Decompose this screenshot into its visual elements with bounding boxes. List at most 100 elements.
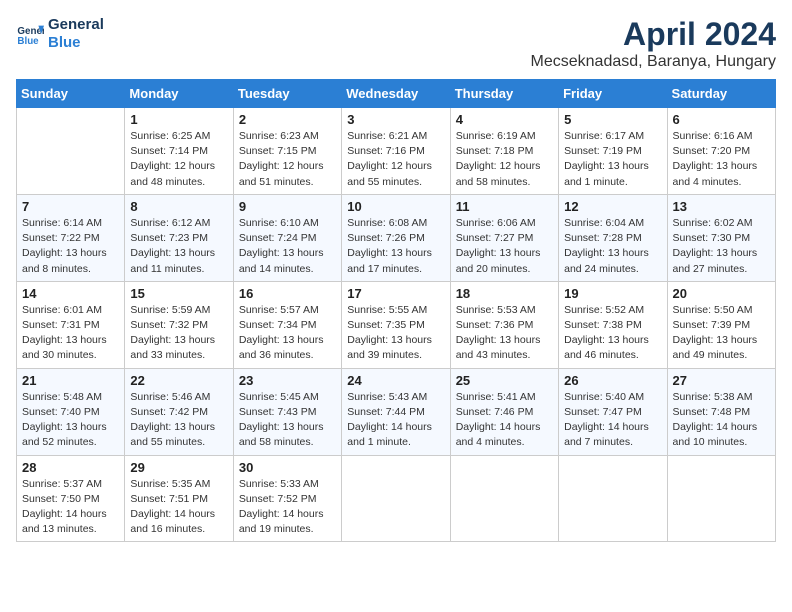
day-info: Sunrise: 5:55 AM Sunset: 7:35 PM Dayligh… — [347, 303, 444, 364]
day-info: Sunrise: 5:53 AM Sunset: 7:36 PM Dayligh… — [456, 303, 553, 364]
weekday-header-friday: Friday — [559, 80, 667, 108]
day-number: 24 — [347, 373, 444, 388]
calendar-cell: 13 Sunrise: 6:02 AM Sunset: 7:30 PM Dayli… — [667, 194, 775, 281]
day-number: 9 — [239, 199, 336, 214]
calendar-cell: 25 Sunrise: 5:41 AM Sunset: 7:46 PM Dayli… — [450, 368, 558, 455]
calendar-cell — [17, 108, 125, 195]
calendar-cell: 16 Sunrise: 5:57 AM Sunset: 7:34 PM Dayli… — [233, 281, 341, 368]
day-info: Sunrise: 6:19 AM Sunset: 7:18 PM Dayligh… — [456, 129, 553, 190]
day-number: 3 — [347, 112, 444, 127]
logo-general: General — [48, 16, 104, 34]
day-info: Sunrise: 5:35 AM Sunset: 7:51 PM Dayligh… — [130, 477, 227, 538]
day-number: 17 — [347, 286, 444, 301]
day-info: Sunrise: 6:16 AM Sunset: 7:20 PM Dayligh… — [673, 129, 770, 190]
day-number: 5 — [564, 112, 661, 127]
day-info: Sunrise: 5:41 AM Sunset: 7:46 PM Dayligh… — [456, 390, 553, 451]
day-info: Sunrise: 5:50 AM Sunset: 7:39 PM Dayligh… — [673, 303, 770, 364]
calendar-cell: 15Sunrise: 5:59 AM Sunset: 7:32 PM Dayli… — [125, 281, 233, 368]
calendar-cell: 28 Sunrise: 5:37 AM Sunset: 7:50 PM Dayli… — [17, 455, 125, 542]
weekday-header-tuesday: Tuesday — [233, 80, 341, 108]
day-info: Sunrise: 6:14 AM Sunset: 7:22 PM Dayligh… — [22, 216, 119, 277]
calendar-cell — [450, 455, 558, 542]
day-info: Sunrise: 6:23 AM Sunset: 7:15 PM Dayligh… — [239, 129, 336, 190]
weekday-header-saturday: Saturday — [667, 80, 775, 108]
calendar-cell: 19 Sunrise: 5:52 AM Sunset: 7:38 PM Dayli… — [559, 281, 667, 368]
page-header: General Blue General Blue April 2024 Mec… — [16, 16, 776, 71]
calendar-cell: 18Sunrise: 5:53 AM Sunset: 7:36 PM Dayli… — [450, 281, 558, 368]
day-number: 21 — [22, 373, 119, 388]
day-number: 10 — [347, 199, 444, 214]
day-number: 25 — [456, 373, 553, 388]
svg-text:Blue: Blue — [17, 36, 39, 47]
calendar-cell: 9 Sunrise: 6:10 AM Sunset: 7:24 PM Daylig… — [233, 194, 341, 281]
day-info: Sunrise: 5:43 AM Sunset: 7:44 PM Dayligh… — [347, 390, 444, 451]
day-number: 15 — [130, 286, 227, 301]
calendar-cell: 29 Sunrise: 5:35 AM Sunset: 7:51 PM Dayli… — [125, 455, 233, 542]
day-info: Sunrise: 5:38 AM Sunset: 7:48 PM Dayligh… — [673, 390, 770, 451]
calendar-cell: 24 Sunrise: 5:43 AM Sunset: 7:44 PM Dayli… — [342, 368, 450, 455]
calendar-cell: 8 Sunrise: 6:12 AM Sunset: 7:23 PM Daylig… — [125, 194, 233, 281]
day-number: 19 — [564, 286, 661, 301]
day-info: Sunrise: 5:37 AM Sunset: 7:50 PM Dayligh… — [22, 477, 119, 538]
day-number: 29 — [130, 460, 227, 475]
weekday-header-wednesday: Wednesday — [342, 80, 450, 108]
day-number: 7 — [22, 199, 119, 214]
calendar-cell: 12Sunrise: 6:04 AM Sunset: 7:28 PM Dayli… — [559, 194, 667, 281]
calendar-cell: 14 Sunrise: 6:01 AM Sunset: 7:31 PM Dayli… — [17, 281, 125, 368]
day-info: Sunrise: 6:02 AM Sunset: 7:30 PM Dayligh… — [673, 216, 770, 277]
day-info: Sunrise: 5:33 AM Sunset: 7:52 PM Dayligh… — [239, 477, 336, 538]
calendar-cell: 23Sunrise: 5:45 AM Sunset: 7:43 PM Dayli… — [233, 368, 341, 455]
title-area: April 2024 Mecseknadasd, Baranya, Hungar… — [531, 16, 776, 71]
day-number: 16 — [239, 286, 336, 301]
day-number: 4 — [456, 112, 553, 127]
calendar-cell: 20 Sunrise: 5:50 AM Sunset: 7:39 PM Dayli… — [667, 281, 775, 368]
calendar-cell: 17 Sunrise: 5:55 AM Sunset: 7:35 PM Dayli… — [342, 281, 450, 368]
day-number: 13 — [673, 199, 770, 214]
day-info: Sunrise: 6:12 AM Sunset: 7:23 PM Dayligh… — [130, 216, 227, 277]
calendar-cell: 3 Sunrise: 6:21 AM Sunset: 7:16 PM Daylig… — [342, 108, 450, 195]
location-title: Mecseknadasd, Baranya, Hungary — [531, 53, 776, 71]
calendar-cell: 5Sunrise: 6:17 AM Sunset: 7:19 PM Daylig… — [559, 108, 667, 195]
logo-icon: General Blue — [16, 20, 44, 48]
header-row: SundayMondayTuesdayWednesdayThursdayFrid… — [17, 80, 776, 108]
day-number: 8 — [130, 199, 227, 214]
day-info: Sunrise: 6:21 AM Sunset: 7:16 PM Dayligh… — [347, 129, 444, 190]
logo-blue: Blue — [48, 34, 104, 52]
day-number: 2 — [239, 112, 336, 127]
day-info: Sunrise: 5:48 AM Sunset: 7:40 PM Dayligh… — [22, 390, 119, 451]
day-info: Sunrise: 6:10 AM Sunset: 7:24 PM Dayligh… — [239, 216, 336, 277]
calendar-cell — [667, 455, 775, 542]
day-info: Sunrise: 5:40 AM Sunset: 7:47 PM Dayligh… — [564, 390, 661, 451]
day-info: Sunrise: 6:01 AM Sunset: 7:31 PM Dayligh… — [22, 303, 119, 364]
day-info: Sunrise: 5:57 AM Sunset: 7:34 PM Dayligh… — [239, 303, 336, 364]
calendar-cell: 2 Sunrise: 6:23 AM Sunset: 7:15 PM Daylig… — [233, 108, 341, 195]
calendar-cell: 6Sunrise: 6:16 AM Sunset: 7:20 PM Daylig… — [667, 108, 775, 195]
calendar-cell: 7 Sunrise: 6:14 AM Sunset: 7:22 PM Daylig… — [17, 194, 125, 281]
day-number: 26 — [564, 373, 661, 388]
day-number: 23 — [239, 373, 336, 388]
week-row-2: 7 Sunrise: 6:14 AM Sunset: 7:22 PM Daylig… — [17, 194, 776, 281]
day-number: 11 — [456, 199, 553, 214]
day-info: Sunrise: 5:52 AM Sunset: 7:38 PM Dayligh… — [564, 303, 661, 364]
logo: General Blue General Blue — [16, 16, 104, 52]
calendar-cell: 26 Sunrise: 5:40 AM Sunset: 7:47 PM Dayli… — [559, 368, 667, 455]
weekday-header-monday: Monday — [125, 80, 233, 108]
week-row-4: 21 Sunrise: 5:48 AM Sunset: 7:40 PM Dayli… — [17, 368, 776, 455]
calendar-table: SundayMondayTuesdayWednesdayThursdayFrid… — [16, 79, 776, 542]
calendar-cell — [342, 455, 450, 542]
day-number: 14 — [22, 286, 119, 301]
day-number: 1 — [130, 112, 227, 127]
day-info: Sunrise: 6:06 AM Sunset: 7:27 PM Dayligh… — [456, 216, 553, 277]
calendar-cell — [559, 455, 667, 542]
week-row-5: 28 Sunrise: 5:37 AM Sunset: 7:50 PM Dayli… — [17, 455, 776, 542]
calendar-cell: 10Sunrise: 6:08 AM Sunset: 7:26 PM Dayli… — [342, 194, 450, 281]
day-number: 22 — [130, 373, 227, 388]
day-number: 28 — [22, 460, 119, 475]
week-row-1: 1 Sunrise: 6:25 AM Sunset: 7:14 PM Daylig… — [17, 108, 776, 195]
day-number: 12 — [564, 199, 661, 214]
week-row-3: 14 Sunrise: 6:01 AM Sunset: 7:31 PM Dayli… — [17, 281, 776, 368]
day-number: 20 — [673, 286, 770, 301]
day-number: 30 — [239, 460, 336, 475]
day-info: Sunrise: 6:25 AM Sunset: 7:14 PM Dayligh… — [130, 129, 227, 190]
weekday-header-thursday: Thursday — [450, 80, 558, 108]
